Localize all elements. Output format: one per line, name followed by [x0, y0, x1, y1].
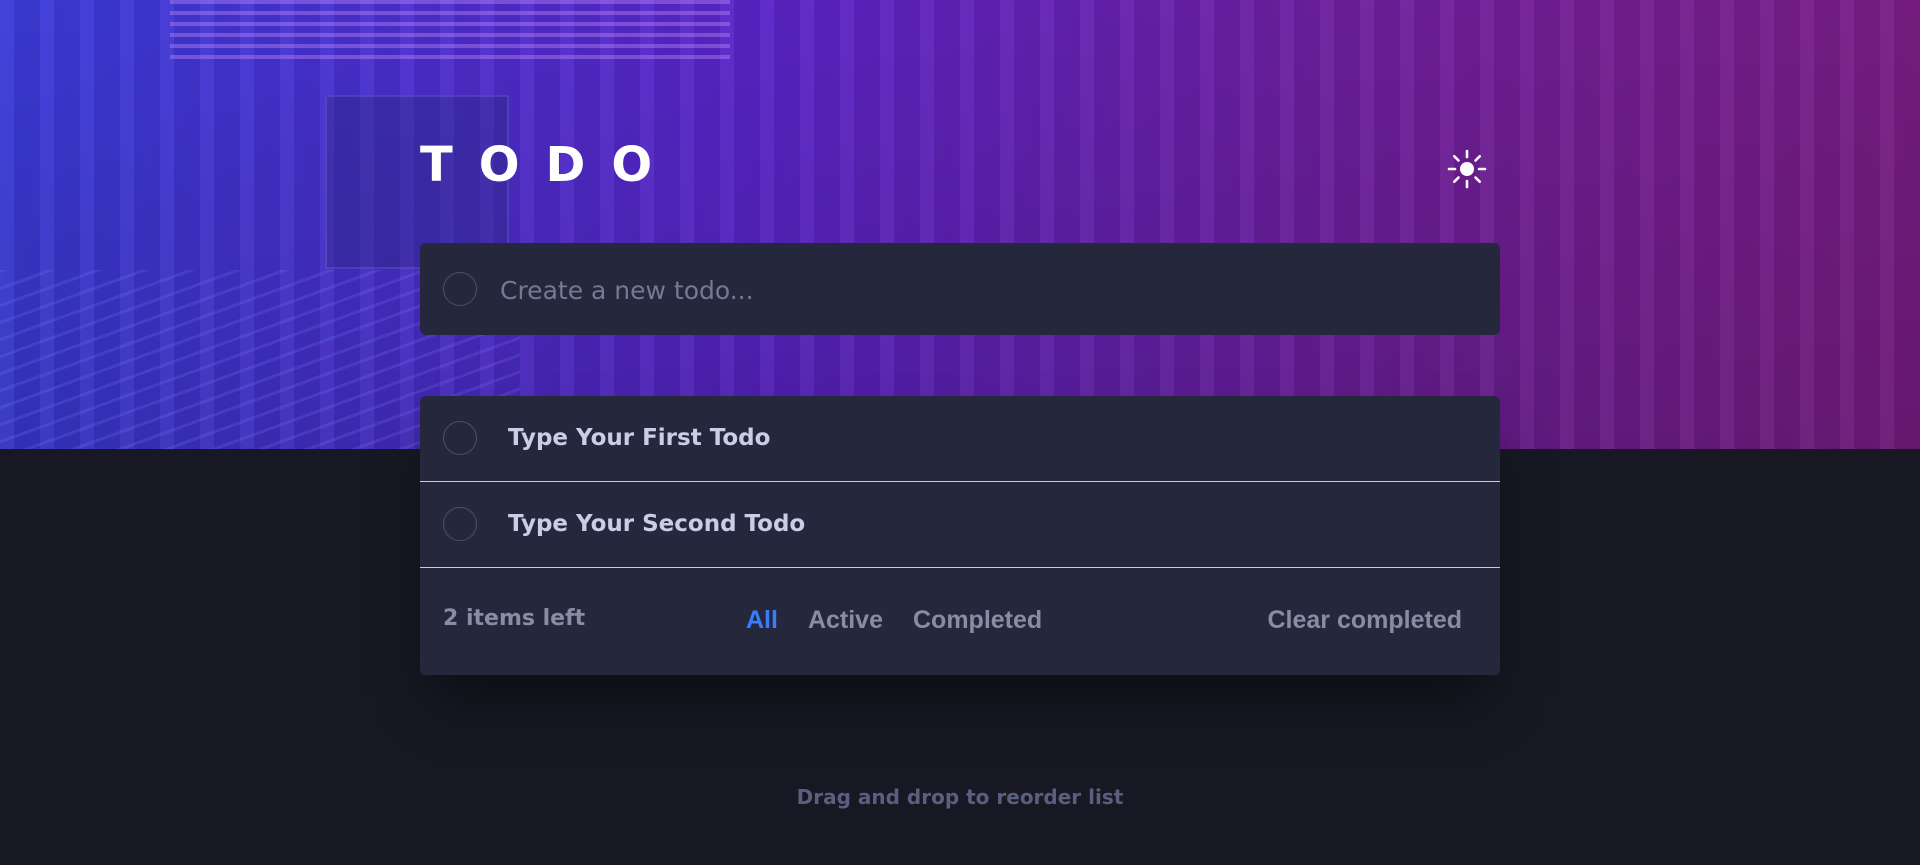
- new-todo-checkbox[interactable]: [443, 272, 477, 306]
- app-title: TODO: [420, 137, 679, 193]
- drag-drop-hint: Drag and drop to reorder list: [796, 785, 1124, 809]
- filter-all[interactable]: All: [746, 606, 778, 635]
- todo-list-card: Type Your First Todo Type Your Second To…: [420, 396, 1500, 675]
- background-ceiling-lights: [170, 0, 730, 60]
- todo-text: Type Your First Todo: [508, 425, 771, 451]
- sun-icon: [1447, 149, 1487, 189]
- header-background-image: [0, 0, 1920, 449]
- filter-completed[interactable]: Completed: [913, 606, 1042, 635]
- todo-text: Type Your Second Todo: [508, 511, 806, 537]
- theme-toggle-button[interactable]: [1446, 148, 1488, 190]
- app-header: TODO: [420, 140, 1500, 190]
- todo-checkbox[interactable]: [443, 421, 477, 455]
- filter-active[interactable]: Active: [808, 606, 883, 635]
- list-footer: 2 items left All Active Completed Clear …: [420, 568, 1500, 675]
- items-left-count: 2 items left: [443, 606, 586, 631]
- new-todo-input[interactable]: [498, 265, 1462, 315]
- todo-checkbox[interactable]: [443, 507, 477, 541]
- new-todo-card: [420, 243, 1500, 335]
- todo-item[interactable]: Type Your First Todo: [420, 396, 1500, 482]
- clear-completed-button[interactable]: Clear completed: [1267, 606, 1462, 635]
- todo-item[interactable]: Type Your Second Todo: [420, 482, 1500, 568]
- filter-group: All Active Completed: [746, 606, 1042, 635]
